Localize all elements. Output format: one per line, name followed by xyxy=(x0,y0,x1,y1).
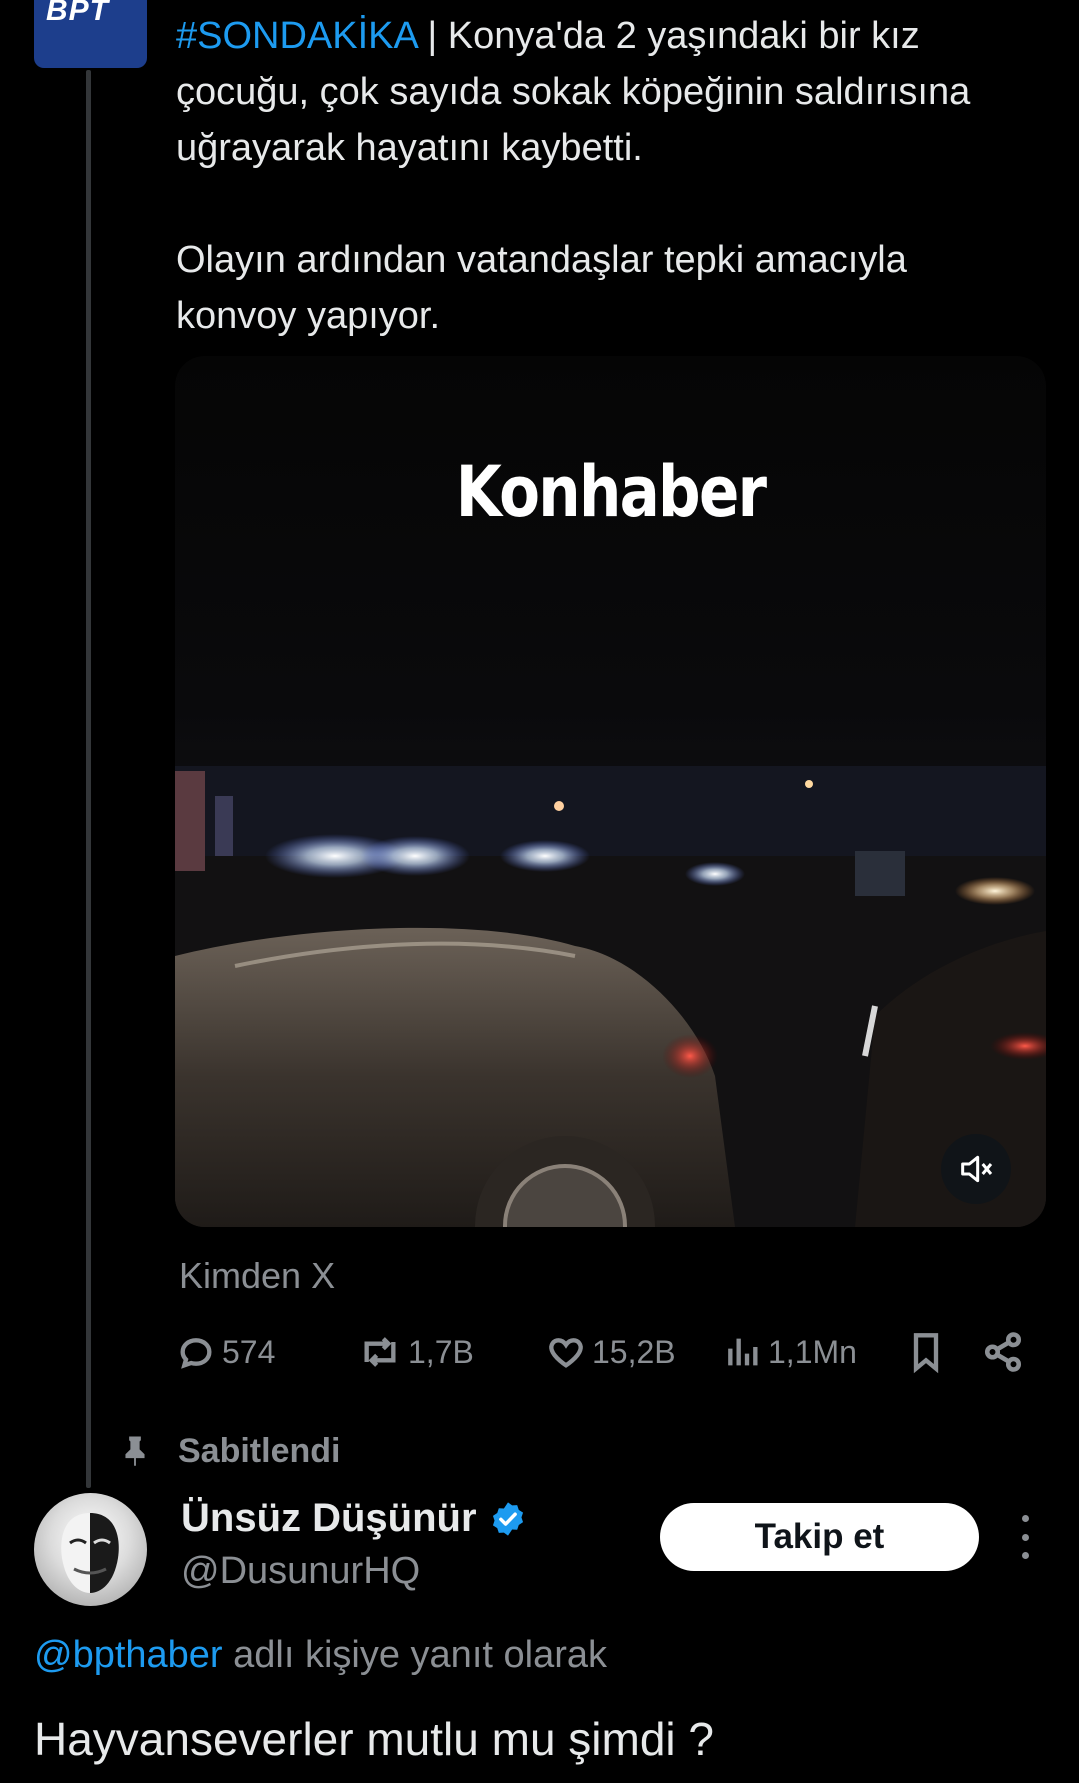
like-button[interactable]: 15,2B xyxy=(546,1330,676,1374)
reply-author-name[interactable]: Ünsüz Düşünür xyxy=(181,1496,477,1541)
thread-connector-line xyxy=(86,70,91,1488)
views-button[interactable]: 1,1Mn xyxy=(722,1330,857,1374)
avatar-logo-text: BPT xyxy=(46,0,109,27)
share-icon xyxy=(984,1332,1022,1372)
repost-count: 1,7B xyxy=(408,1333,474,1370)
bookmark-icon xyxy=(913,1333,939,1374)
reply-count: 574 xyxy=(222,1333,276,1370)
replying-to-line: @bpthaber adlı kişiye yanıt olarak xyxy=(34,1634,607,1677)
repost-button[interactable]: 1,7B xyxy=(358,1330,474,1374)
reply-author-avatar[interactable] xyxy=(34,1493,147,1606)
reply-text: Hayvanseverler mutlu mu şimdi ? xyxy=(34,1713,715,1765)
mask-avatar-icon xyxy=(61,1513,119,1593)
tweet-source-label[interactable]: Kimden X xyxy=(179,1255,335,1297)
more-options-icon[interactable] xyxy=(1010,1515,1040,1559)
reply-author-name-row[interactable]: Ünsüz Düşünür xyxy=(181,1496,527,1541)
tweet-video[interactable]: Konhaber xyxy=(175,356,1046,1227)
pinned-label: Sabitlendi xyxy=(178,1431,341,1470)
follow-button[interactable]: Takip et xyxy=(660,1503,979,1571)
verified-badge-icon xyxy=(492,1501,523,1536)
reply-button[interactable]: 574 xyxy=(176,1330,275,1374)
like-count: 15,2B xyxy=(592,1333,676,1370)
hashtag-link[interactable]: #SONDAKİKA xyxy=(176,15,417,57)
share-button[interactable] xyxy=(982,1330,1024,1374)
analytics-icon xyxy=(728,1338,758,1366)
replying-to-mention[interactable]: @bpthaber xyxy=(34,1634,223,1676)
heart-icon xyxy=(549,1338,583,1368)
pinned-indicator: Sabitlendi xyxy=(122,1430,340,1472)
author-avatar[interactable]: BPT xyxy=(34,0,147,68)
view-count: 1,1Mn xyxy=(768,1333,857,1370)
reply-author-handle[interactable]: @DusunurHQ xyxy=(181,1550,420,1593)
reply-icon xyxy=(180,1338,212,1369)
tweet-text-line2: Olayın ardından vatandaşlar tepki amacıy… xyxy=(176,239,907,337)
bookmark-button[interactable] xyxy=(906,1330,946,1374)
muted-speaker-icon xyxy=(961,1155,993,1183)
repost-icon xyxy=(364,1337,396,1367)
replying-to-suffix: adlı kişiye yanıt olarak xyxy=(222,1634,607,1676)
video-watermark: Konhaber xyxy=(455,451,767,533)
pin-icon xyxy=(125,1436,145,1466)
tweet-text: #SONDAKİKA | Konya'da 2 yaşındaki bir kı… xyxy=(176,8,1036,400)
mute-button[interactable] xyxy=(941,1134,1011,1204)
